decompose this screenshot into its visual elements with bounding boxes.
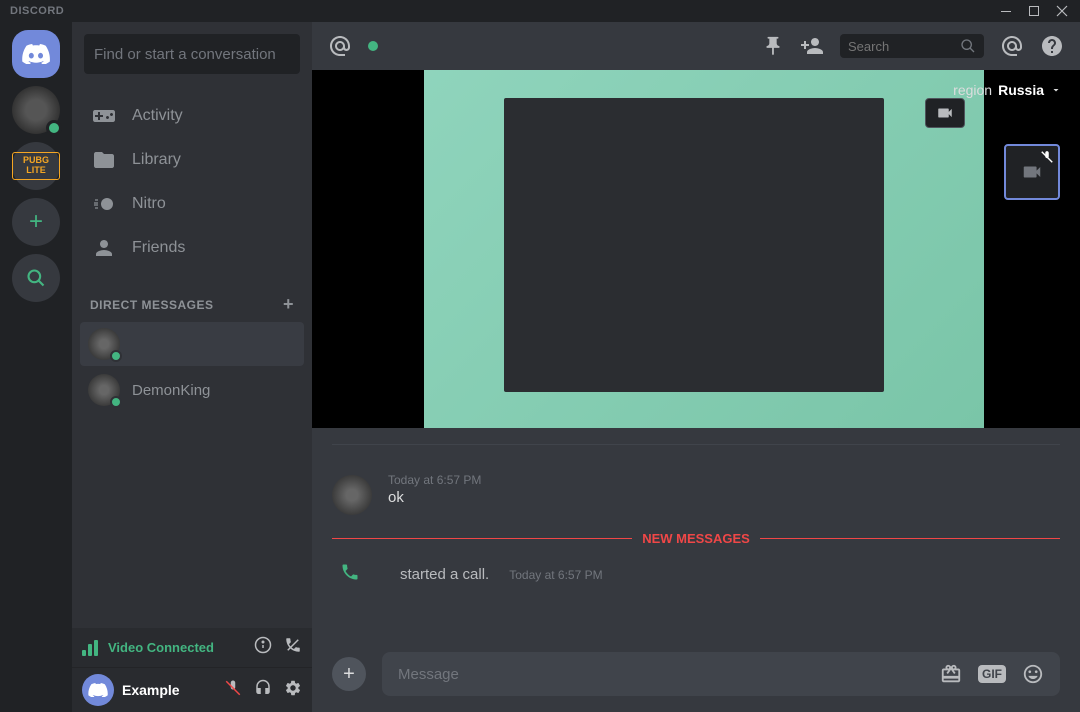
user-panel: Example (72, 668, 312, 712)
chat-area: region Russia Today (312, 22, 1080, 712)
screen-share-preview[interactable] (424, 70, 984, 428)
server-item-pubg[interactable]: PUBG LITE (12, 142, 60, 190)
mute-icon[interactable] (224, 679, 242, 702)
dm-item[interactable]: DemonKing (80, 368, 304, 412)
server-item[interactable] (12, 86, 60, 134)
info-icon[interactable] (254, 636, 272, 659)
dm-section-header: DIRECT MESSAGES (90, 298, 214, 312)
nav-label: Library (132, 151, 181, 169)
user-name: Example (122, 682, 216, 698)
avatar (88, 374, 120, 406)
deafen-icon[interactable] (254, 679, 272, 702)
attach-button[interactable]: + (332, 657, 366, 691)
channel-sidebar: Find or start a conversation Activity Li… (72, 22, 312, 712)
message: Today at 6:57 PM ok (332, 473, 1060, 515)
avatar[interactable] (82, 674, 114, 706)
app-title: DISCORD (4, 5, 64, 17)
call-started-row: started a call. Today at 6:57 PM (332, 556, 1060, 587)
message-text: ok (388, 489, 1060, 506)
call-timestamp: Today at 6:57 PM (509, 568, 602, 582)
mentions-icon[interactable] (1000, 34, 1024, 58)
message-timestamp: Today at 6:57 PM (388, 473, 481, 487)
create-dm-button[interactable]: + (283, 294, 294, 315)
avatar (88, 328, 120, 360)
window-maximize-button[interactable] (1020, 0, 1048, 22)
mic-muted-icon (1040, 150, 1054, 169)
window-close-button[interactable] (1048, 0, 1076, 22)
dm-item[interactable] (80, 322, 304, 366)
nitro-icon (92, 192, 116, 216)
nav-nitro[interactable]: Nitro (80, 182, 304, 226)
add-friend-icon[interactable] (800, 34, 824, 58)
pin-icon[interactable] (762, 35, 784, 57)
voice-status-label: Video Connected (108, 640, 244, 655)
region-selector[interactable]: region Russia (953, 82, 1062, 98)
nav-label: Activity (132, 107, 183, 125)
help-icon[interactable] (1040, 34, 1064, 58)
gif-button[interactable]: GIF (978, 665, 1006, 683)
video-call-area: region Russia (312, 70, 1080, 428)
search-field[interactable] (848, 39, 948, 54)
search-input[interactable] (840, 34, 984, 58)
voice-status-panel: Video Connected (72, 628, 312, 668)
nav-library[interactable]: Library (80, 138, 304, 182)
phone-icon (340, 562, 360, 587)
status-online-icon (110, 396, 122, 408)
status-online-icon (368, 41, 378, 51)
at-icon (328, 34, 352, 58)
home-button[interactable] (12, 30, 60, 78)
library-icon (92, 148, 116, 172)
status-online-icon (46, 120, 62, 136)
dm-name: DemonKing (132, 382, 210, 399)
new-messages-divider: NEW MESSAGES (332, 531, 1060, 546)
message-list: Today at 6:57 PM ok NEW MESSAGES started… (312, 428, 1080, 642)
gift-icon[interactable] (940, 663, 962, 685)
friends-icon (92, 236, 116, 260)
status-online-icon (110, 350, 122, 362)
call-text: started a call. (400, 566, 489, 583)
settings-icon[interactable] (284, 679, 302, 702)
message-input[interactable] (398, 666, 924, 683)
nav-activity[interactable]: Activity (80, 94, 304, 138)
add-server-button[interactable]: + (12, 198, 60, 246)
message-composer: + GIF (332, 652, 1060, 696)
emoji-icon[interactable] (1022, 663, 1044, 685)
signal-icon (82, 640, 98, 656)
nav-friends[interactable]: Friends (80, 226, 304, 270)
nav-label: Friends (132, 239, 185, 257)
server-rail: PUBG LITE + (0, 22, 72, 712)
disconnect-icon[interactable] (284, 636, 302, 659)
nav-label: Nitro (132, 195, 166, 213)
avatar[interactable] (332, 475, 372, 515)
explore-servers-button[interactable] (12, 254, 60, 302)
video-self-thumbnail[interactable] (1004, 144, 1060, 200)
window-minimize-button[interactable] (992, 0, 1020, 22)
pubg-label: PUBG LITE (12, 152, 60, 180)
conversation-search[interactable]: Find or start a conversation (84, 34, 300, 74)
video-thumbnail[interactable] (925, 98, 965, 128)
gamepad-icon (92, 104, 116, 128)
chat-header (312, 22, 1080, 70)
